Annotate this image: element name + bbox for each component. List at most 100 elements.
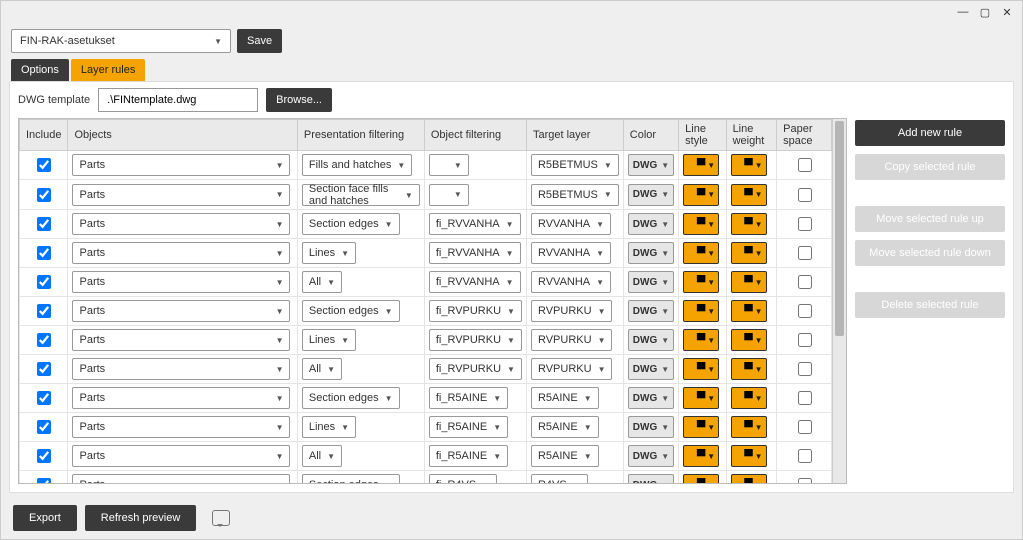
paper-space-checkbox[interactable] — [798, 158, 812, 172]
include-checkbox[interactable] — [37, 304, 51, 318]
include-checkbox[interactable] — [37, 275, 51, 289]
objects-dropdown[interactable]: Parts ▼ — [72, 300, 290, 322]
line-weight-dropdown[interactable]: ▀ ▼ — [731, 300, 767, 322]
include-checkbox[interactable] — [37, 217, 51, 231]
table-row[interactable]: Parts ▼ Lines ▼ fi_RVPURKU ▼ RVPURKU ▼ D — [20, 326, 832, 355]
target-layer-dropdown[interactable]: RVPURKU ▼ — [531, 358, 613, 380]
objects-dropdown[interactable]: Parts ▼ — [72, 271, 290, 293]
target-layer-dropdown[interactable]: RVPURKU ▼ — [531, 329, 613, 351]
line-style-dropdown[interactable]: ▀ ▼ — [683, 213, 719, 235]
col-color[interactable]: Color — [623, 120, 678, 151]
paper-space-checkbox[interactable] — [798, 449, 812, 463]
include-checkbox[interactable] — [37, 188, 51, 202]
include-checkbox[interactable] — [37, 362, 51, 376]
color-dropdown[interactable]: DWG ▼ — [628, 184, 674, 206]
presentation-dropdown[interactable]: Section edges ▼ — [302, 474, 400, 483]
col-presentation[interactable]: Presentation filtering — [297, 120, 424, 151]
line-style-dropdown[interactable]: ▀ ▼ — [683, 242, 719, 264]
presentation-dropdown[interactable]: Section face fills and hatches ▼ — [302, 184, 420, 206]
presentation-dropdown[interactable]: Lines ▼ — [302, 329, 356, 351]
include-checkbox[interactable] — [37, 158, 51, 172]
table-row[interactable]: Parts ▼ Section edges ▼ fi_R5AINE ▼ R5AI… — [20, 384, 832, 413]
minimize-button[interactable]: — — [952, 3, 974, 21]
target-layer-dropdown[interactable]: R5AINE ▼ — [531, 387, 599, 409]
paper-space-checkbox[interactable] — [798, 478, 812, 483]
line-weight-dropdown[interactable]: ▀ ▼ — [731, 358, 767, 380]
table-row[interactable]: Parts ▼ Section edges ▼ fi_RVPURKU ▼ RVP… — [20, 297, 832, 326]
color-dropdown[interactable]: DWG ▼ — [628, 387, 674, 409]
paper-space-checkbox[interactable] — [798, 362, 812, 376]
color-dropdown[interactable]: DWG ▼ — [628, 329, 674, 351]
tab-options[interactable]: Options — [11, 59, 69, 81]
line-style-dropdown[interactable]: ▀ ▼ — [683, 387, 719, 409]
line-weight-dropdown[interactable]: ▀ ▼ — [731, 387, 767, 409]
line-style-dropdown[interactable]: ▀ ▼ — [683, 300, 719, 322]
include-checkbox[interactable] — [37, 478, 51, 483]
object-filter-dropdown[interactable]: fi_RVPURKU ▼ — [429, 329, 522, 351]
browse-button[interactable]: Browse... — [266, 88, 332, 112]
color-dropdown[interactable]: DWG ▼ — [628, 242, 674, 264]
objects-dropdown[interactable]: Parts ▼ — [72, 445, 290, 467]
col-paper-space[interactable]: Paper space — [777, 120, 832, 151]
col-objects[interactable]: Objects — [68, 120, 297, 151]
line-weight-dropdown[interactable]: ▀ ▼ — [731, 445, 767, 467]
color-dropdown[interactable]: DWG ▼ — [628, 474, 674, 483]
presentation-dropdown[interactable]: Lines ▼ — [302, 416, 356, 438]
line-weight-dropdown[interactable]: ▀ ▼ — [731, 271, 767, 293]
objects-dropdown[interactable]: Parts ▼ — [72, 416, 290, 438]
objects-dropdown[interactable]: Parts ▼ — [72, 242, 290, 264]
object-filter-dropdown[interactable]: fi_R5AINE ▼ — [429, 445, 508, 467]
presentation-dropdown[interactable]: All ▼ — [302, 445, 342, 467]
presentation-dropdown[interactable]: All ▼ — [302, 271, 342, 293]
line-weight-dropdown[interactable]: ▀ ▼ — [731, 474, 767, 483]
presentation-dropdown[interactable]: Fills and hatches ▼ — [302, 154, 412, 176]
paper-space-checkbox[interactable] — [798, 246, 812, 260]
target-layer-dropdown[interactable]: RVVANHA ▼ — [531, 271, 611, 293]
col-object-filtering[interactable]: Object filtering — [424, 120, 526, 151]
line-weight-dropdown[interactable]: ▀ ▼ — [731, 184, 767, 206]
paper-space-checkbox[interactable] — [798, 304, 812, 318]
include-checkbox[interactable] — [37, 420, 51, 434]
objects-dropdown[interactable]: Parts ▼ — [72, 387, 290, 409]
line-style-dropdown[interactable]: ▀ ▼ — [683, 416, 719, 438]
paper-space-checkbox[interactable] — [798, 275, 812, 289]
target-layer-dropdown[interactable]: R5AINE ▼ — [531, 445, 599, 467]
line-weight-dropdown[interactable]: ▀ ▼ — [731, 213, 767, 235]
maximize-button[interactable]: ▢ — [974, 3, 996, 21]
close-button[interactable]: ✕ — [996, 3, 1018, 21]
target-layer-dropdown[interactable]: RVVANHA ▼ — [531, 242, 611, 264]
color-dropdown[interactable]: DWG ▼ — [628, 445, 674, 467]
line-weight-dropdown[interactable]: ▀ ▼ — [731, 154, 767, 176]
col-include[interactable]: Include — [20, 120, 68, 151]
objects-dropdown[interactable]: Parts ▼ — [72, 329, 290, 351]
tab-layer-rules[interactable]: Layer rules — [71, 59, 145, 81]
paper-space-checkbox[interactable] — [798, 391, 812, 405]
paper-space-checkbox[interactable] — [798, 420, 812, 434]
line-weight-dropdown[interactable]: ▀ ▼ — [731, 329, 767, 351]
add-new-rule-button[interactable]: Add new rule — [855, 120, 1005, 146]
line-style-dropdown[interactable]: ▀ ▼ — [683, 184, 719, 206]
save-button[interactable]: Save — [237, 29, 282, 53]
presentation-dropdown[interactable]: Lines ▼ — [302, 242, 356, 264]
paper-space-checkbox[interactable] — [798, 188, 812, 202]
color-dropdown[interactable]: DWG ▼ — [628, 213, 674, 235]
col-line-weight[interactable]: Line weight — [726, 120, 777, 151]
include-checkbox[interactable] — [37, 246, 51, 260]
objects-dropdown[interactable]: Parts ▼ — [72, 358, 290, 380]
color-dropdown[interactable]: DWG ▼ — [628, 416, 674, 438]
col-line-style[interactable]: Line style — [679, 120, 726, 151]
vertical-scrollbar[interactable] — [832, 119, 846, 483]
line-style-dropdown[interactable]: ▀ ▼ — [683, 154, 719, 176]
presentation-dropdown[interactable]: All ▼ — [302, 358, 342, 380]
table-row[interactable]: Parts ▼ Lines ▼ fi_R5AINE ▼ R5AINE ▼ DWG — [20, 413, 832, 442]
paper-space-checkbox[interactable] — [798, 333, 812, 347]
include-checkbox[interactable] — [37, 449, 51, 463]
presentation-dropdown[interactable]: Section edges ▼ — [302, 213, 400, 235]
target-layer-dropdown[interactable]: R5BETMUS ▼ — [531, 154, 619, 176]
target-layer-dropdown[interactable]: R5BETMUS ▼ — [531, 184, 619, 206]
comment-icon[interactable] — [212, 510, 230, 526]
color-dropdown[interactable]: DWG ▼ — [628, 271, 674, 293]
line-style-dropdown[interactable]: ▀ ▼ — [683, 474, 719, 483]
object-filter-dropdown[interactable]: ▼ — [429, 184, 469, 206]
object-filter-dropdown[interactable]: fi_RVPURKU ▼ — [429, 300, 522, 322]
